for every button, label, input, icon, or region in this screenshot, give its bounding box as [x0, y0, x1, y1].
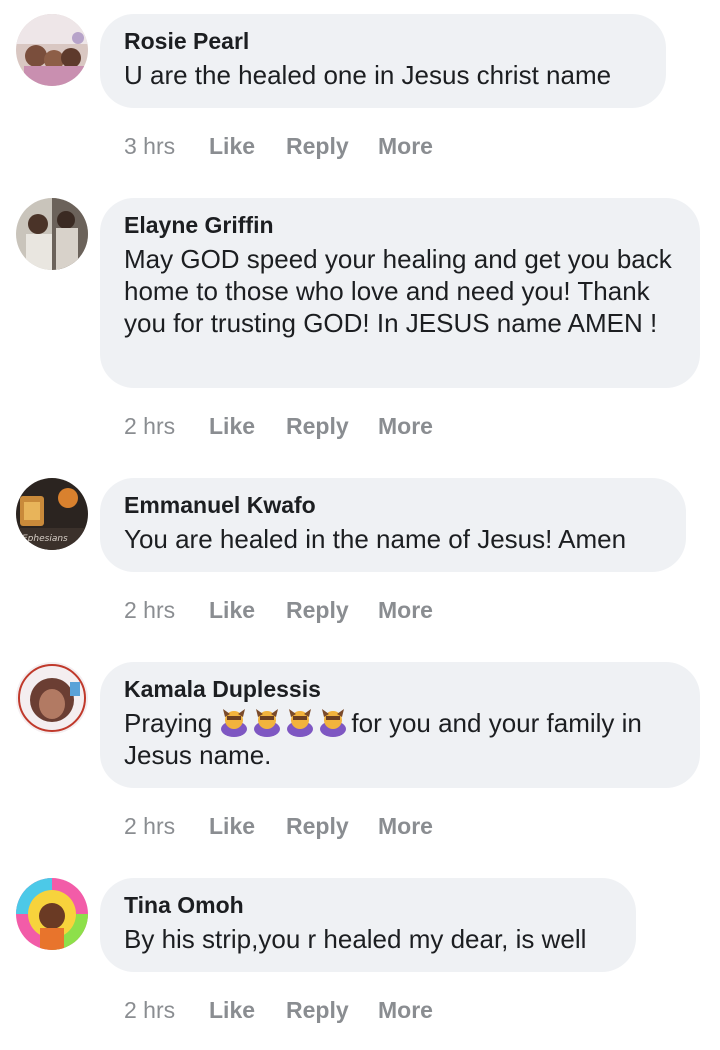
avatar-photo: Ephesians	[16, 478, 88, 550]
avatar[interactable]	[16, 14, 88, 86]
avatar-photo	[16, 14, 88, 86]
reply-button[interactable]: Reply	[286, 412, 349, 440]
comment-bubble: Kamala Duplessis Praying for you and you…	[100, 662, 700, 788]
avatar-photo	[16, 662, 88, 734]
reply-button[interactable]: Reply	[286, 132, 349, 160]
comment-text: You are healed in the name of Jesus! Ame…	[124, 524, 627, 554]
avatar-caption: Ephesians	[22, 534, 68, 544]
comment-bubble: Rosie Pearl U are the healed one in Jesu…	[100, 14, 666, 108]
avatar-photo	[16, 198, 88, 270]
comment-text: By his strip,you r healed my dear, is we…	[124, 924, 587, 954]
like-button[interactable]: Like	[209, 132, 255, 160]
person-bowing-emoji	[219, 707, 249, 737]
avatar[interactable]: Ephesians	[16, 478, 88, 550]
more-button[interactable]: More	[378, 412, 433, 440]
more-button[interactable]: More	[378, 996, 433, 1024]
person-bowing-emoji	[252, 707, 282, 737]
comment-timestamp[interactable]: 2 hrs	[124, 812, 175, 840]
reply-button[interactable]: Reply	[286, 996, 349, 1024]
comment-timestamp[interactable]: 3 hrs	[124, 132, 175, 160]
comment-bubble: Elayne Griffin May GOD speed your healin…	[100, 198, 700, 388]
reply-button[interactable]: Reply	[286, 812, 349, 840]
comment-timestamp[interactable]: 2 hrs	[124, 996, 175, 1024]
person-bowing-emoji	[318, 707, 348, 737]
comment-author[interactable]: Kamala Duplessis	[124, 675, 676, 703]
reply-button[interactable]: Reply	[286, 596, 349, 624]
comment-timestamp[interactable]: 2 hrs	[124, 412, 175, 440]
comment-timestamp[interactable]: 2 hrs	[124, 596, 175, 624]
like-button[interactable]: Like	[209, 996, 255, 1024]
more-button[interactable]: More	[378, 132, 433, 160]
person-bowing-emoji	[285, 707, 315, 737]
comment-text: May GOD speed your healing and get you b…	[124, 244, 672, 338]
like-button[interactable]: Like	[209, 596, 255, 624]
comment-bubble: Tina Omoh By his strip,you r healed my d…	[100, 878, 636, 972]
comment-author[interactable]: Elayne Griffin	[124, 211, 676, 239]
comment-author[interactable]: Emmanuel Kwafo	[124, 491, 662, 519]
comment-text: U are the healed one in Jesus christ nam…	[124, 60, 612, 90]
comment-author[interactable]: Rosie Pearl	[124, 27, 642, 55]
like-button[interactable]: Like	[209, 812, 255, 840]
more-button[interactable]: More	[378, 596, 433, 624]
more-button[interactable]: More	[378, 812, 433, 840]
avatar[interactable]	[16, 662, 88, 734]
comment-text-start: Praying	[124, 708, 220, 738]
avatar-photo	[16, 878, 88, 950]
comment-bubble: Emmanuel Kwafo You are healed in the nam…	[100, 478, 686, 572]
comment-text: Praying for you and your family in Jesus…	[124, 707, 676, 771]
avatar[interactable]	[16, 878, 88, 950]
like-button[interactable]: Like	[209, 412, 255, 440]
comment-author[interactable]: Tina Omoh	[124, 891, 612, 919]
avatar[interactable]	[16, 198, 88, 270]
